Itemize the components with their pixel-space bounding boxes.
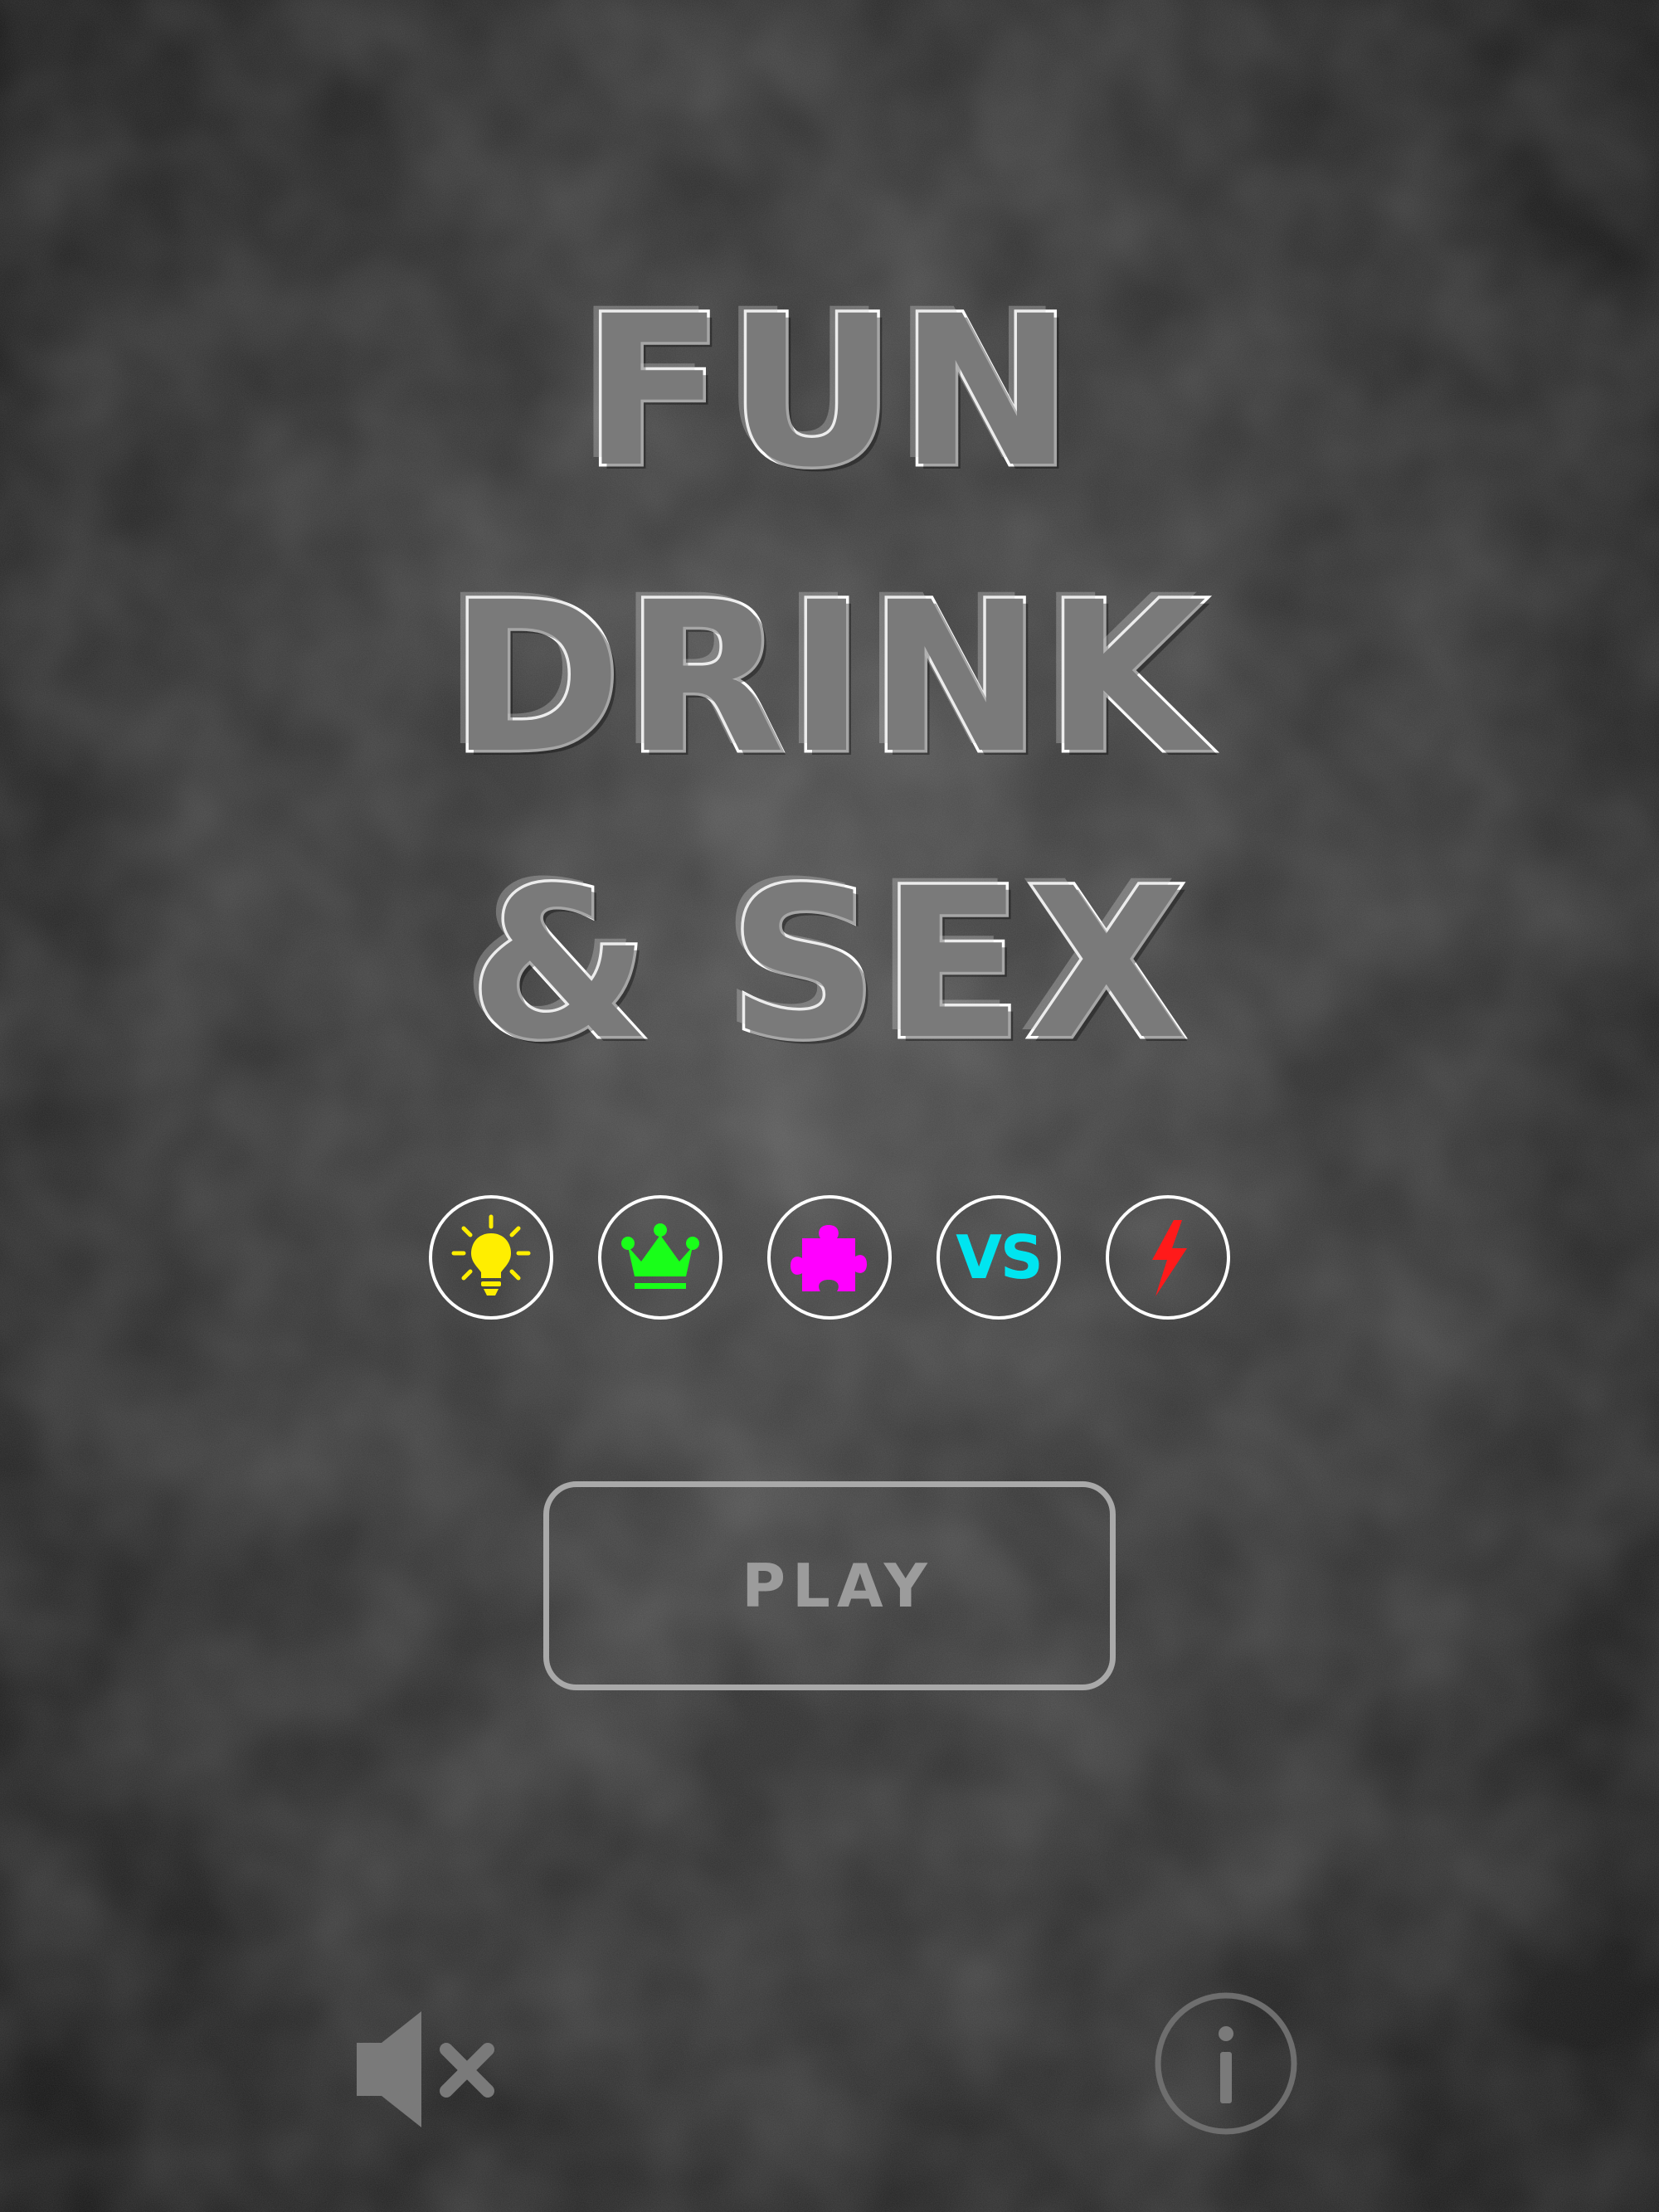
mode-ideas-button[interactable] — [429, 1195, 553, 1320]
lightbulb-icon — [451, 1214, 531, 1296]
mode-puzzle-button[interactable] — [767, 1195, 892, 1320]
app-title: FUN DRINK & SEX — [0, 249, 1659, 1107]
crown-icon — [621, 1223, 699, 1289]
sound-toggle-button[interactable] — [348, 2003, 514, 2136]
play-button[interactable]: PLAY — [543, 1481, 1116, 1690]
info-button[interactable] — [1151, 1989, 1301, 2138]
puzzle-piece-icon — [791, 1225, 867, 1291]
speaker-muted-icon — [357, 2011, 494, 2127]
mode-king-button[interactable] — [598, 1195, 722, 1320]
lightning-bolt-icon — [1152, 1220, 1187, 1296]
mode-dare-button[interactable] — [1106, 1195, 1230, 1320]
mode-versus-button[interactable]: VS — [937, 1195, 1061, 1320]
title-line-drink: DRINK — [447, 555, 1209, 802]
versus-icon: VS — [956, 1223, 1044, 1292]
game-mode-icons: VS — [0, 1195, 1659, 1320]
title-line-sex: & SEX — [466, 841, 1190, 1088]
play-button-label: PLAY — [742, 1551, 934, 1621]
info-icon — [1155, 1992, 1297, 2135]
title-line-fun: FUN — [580, 269, 1077, 516]
